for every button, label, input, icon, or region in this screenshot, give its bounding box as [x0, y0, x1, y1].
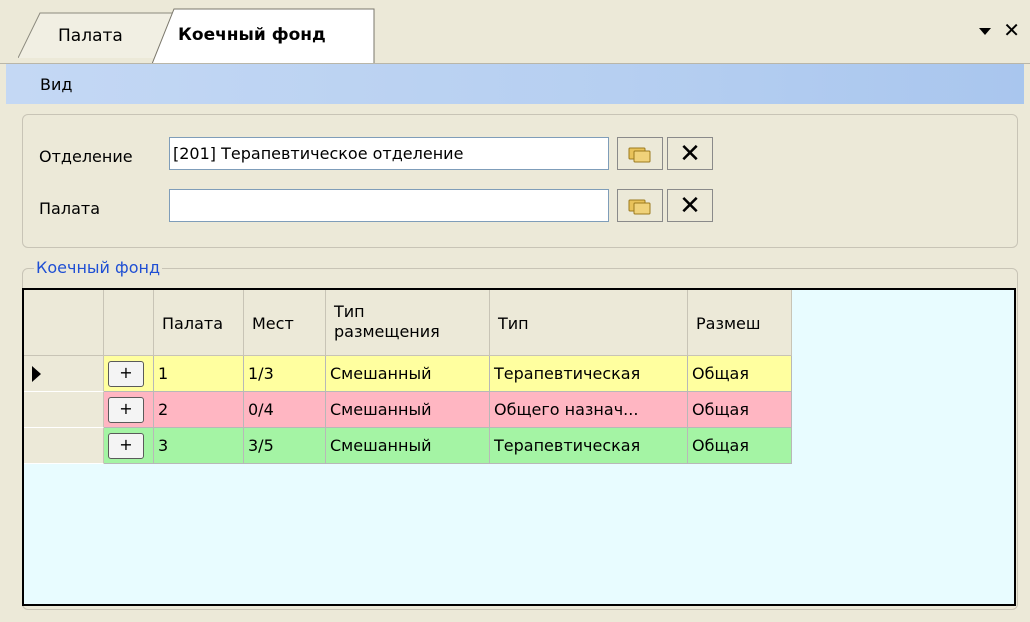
cell-placement-type[interactable]: Смешанный: [326, 392, 490, 428]
department-field[interactable]: [201] Терапевтическое отделение: [169, 137, 609, 170]
cell-places[interactable]: 3/5: [244, 428, 326, 464]
row-header[interactable]: [24, 392, 104, 428]
expand-column-header: [104, 290, 154, 356]
expand-cell: +: [104, 392, 154, 428]
cell-ward[interactable]: 2: [154, 392, 244, 428]
cell-places[interactable]: 0/4: [244, 392, 326, 428]
tab-koechny-fond[interactable]: Коечный фонд: [152, 8, 376, 64]
expand-row-button[interactable]: +: [108, 361, 144, 387]
current-row-pointer-icon: [32, 366, 41, 382]
ward-field[interactable]: [169, 189, 609, 222]
filter-panel: Отделение [201] Терапевтическое отделени…: [22, 114, 1018, 248]
group-title: Коечный фонд: [34, 258, 163, 277]
expand-row-button[interactable]: +: [108, 433, 144, 459]
tab-palata-label: Палата: [58, 26, 123, 46]
department-label: Отделение: [39, 147, 133, 166]
close-icon[interactable]: ✕: [1003, 20, 1020, 40]
cell-placement-type[interactable]: Смешанный: [326, 356, 490, 392]
cell-type[interactable]: Терапевтическая: [490, 356, 688, 392]
cell-placement-type[interactable]: Смешанный: [326, 428, 490, 464]
row-header[interactable]: [24, 356, 104, 392]
cell-ward[interactable]: 3: [154, 428, 244, 464]
expand-cell: +: [104, 356, 154, 392]
expand-row-button[interactable]: +: [108, 397, 144, 423]
expand-cell: +: [104, 428, 154, 464]
chevron-down-icon[interactable]: [979, 27, 992, 35]
ward-clear-button[interactable]: ✕: [667, 189, 713, 222]
cell-type[interactable]: Общего назнач...: [490, 392, 688, 428]
folders-icon: [628, 147, 651, 162]
menu-bar: Вид: [6, 64, 1024, 104]
ward-select-button[interactable]: [617, 189, 663, 222]
column-header-type[interactable]: Тип: [490, 290, 688, 356]
cell-accommodation[interactable]: Общая: [688, 428, 792, 464]
ward-label: Палата: [39, 199, 100, 218]
menu-item-view[interactable]: Вид: [40, 75, 72, 94]
column-header-accommodation[interactable]: Размеш: [688, 290, 792, 356]
row-header-corner: [24, 290, 104, 356]
row-header[interactable]: [24, 428, 104, 464]
cell-accommodation[interactable]: Общая: [688, 356, 792, 392]
folders-icon: [628, 199, 651, 214]
column-header-ward[interactable]: Палата: [154, 290, 244, 356]
cell-places[interactable]: 1/3: [244, 356, 326, 392]
clear-icon: ✕: [679, 138, 701, 169]
department-select-button[interactable]: [617, 137, 663, 170]
column-header-placement-type[interactable]: Тип размещения: [326, 290, 490, 356]
cell-ward[interactable]: 1: [154, 356, 244, 392]
tab-koechny-fond-label: Коечный фонд: [178, 25, 326, 45]
bed-fund-grid: Палата Мест Тип размещения Тип Размеш +1…: [22, 288, 1016, 606]
department-clear-button[interactable]: ✕: [667, 137, 713, 170]
cell-type[interactable]: Терапевтическая: [490, 428, 688, 464]
cell-accommodation[interactable]: Общая: [688, 392, 792, 428]
clear-icon: ✕: [679, 190, 701, 221]
column-header-places[interactable]: Мест: [244, 290, 326, 356]
tab-strip: Палата Коечный фонд ✕: [0, 0, 1030, 64]
